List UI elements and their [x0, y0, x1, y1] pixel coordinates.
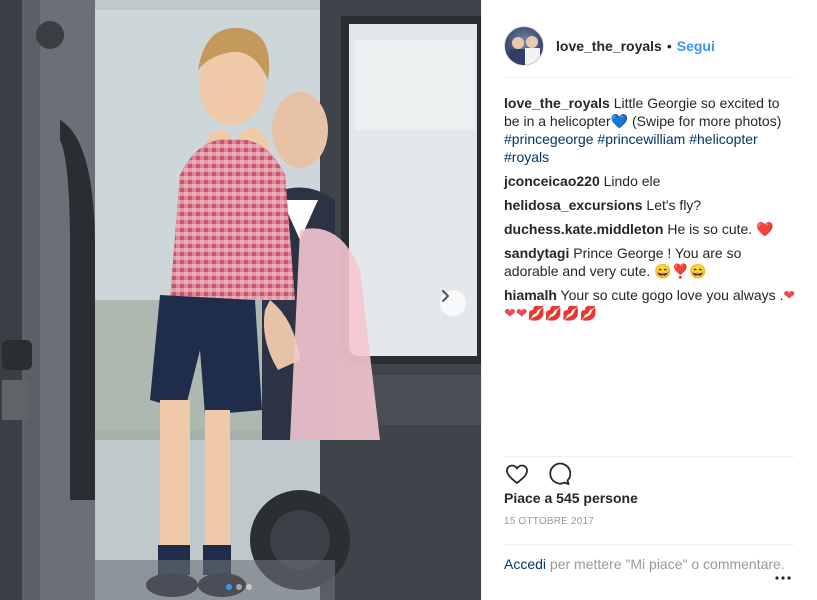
carousel-dots	[226, 584, 252, 590]
avatar[interactable]	[504, 25, 544, 66]
more-options-button[interactable]	[775, 570, 791, 586]
avatar-image	[510, 35, 540, 65]
comment-username[interactable]: jconceicao220	[504, 173, 600, 189]
photo-illustration	[0, 0, 481, 600]
post-side-panel: love_the_royals • Segui love_the_royals …	[481, 0, 817, 600]
comment-item: sandytagi Prince George ! You are so ado…	[504, 244, 796, 280]
carousel-dot[interactable]	[236, 584, 242, 590]
likes-count[interactable]: Piace a 545 persone	[504, 490, 638, 506]
speech-bubble-icon	[549, 462, 571, 485]
hashtag-link[interactable]: #royals	[504, 149, 549, 165]
carousel-next-button[interactable]	[440, 290, 466, 316]
header-separator: •	[666, 37, 672, 54]
post-date: 15 OTTOBRE 2017	[504, 516, 595, 527]
comment-username[interactable]: hiamalh	[504, 287, 557, 303]
login-prompt: Accedi per mettere "Mi piace" o commenta…	[504, 544, 794, 600]
blue-heart-emoji: 💙	[610, 113, 629, 129]
comment-username[interactable]: sandytagi	[504, 245, 569, 261]
heart-outline-icon	[506, 464, 528, 484]
hashtag-link[interactable]: #princewilliam	[597, 131, 685, 147]
hashtag-link[interactable]: #helicopter	[689, 131, 758, 147]
caption-text-after: (Swipe for more photos)	[628, 113, 782, 129]
login-prompt-text: per mettere "Mi piace" o commentare.	[546, 556, 785, 572]
post-author-username[interactable]: love_the_royals	[556, 38, 662, 54]
caption-username[interactable]: love_the_royals	[504, 95, 610, 111]
comment-button[interactable]	[546, 461, 572, 487]
post-photo	[0, 0, 481, 600]
comment-text: Lindo ele	[603, 173, 661, 189]
comment-text: He is so cute.	[667, 221, 757, 237]
comment-username[interactable]: duchess.kate.middleton	[504, 221, 663, 237]
caption: love_the_royals Little Georgie so excite…	[504, 94, 796, 166]
comment-item: duchess.kate.middleton He is so cute. ❤️	[504, 220, 796, 238]
comment-username[interactable]: helidosa_excursions	[504, 197, 643, 213]
action-bar	[504, 456, 794, 486]
comment-text: Let's fly?	[646, 197, 702, 213]
comment-item: helidosa_excursions Let's fly?	[504, 196, 796, 214]
comment-text: Your so cute gogo love you always .	[560, 287, 784, 303]
carousel-dot[interactable]	[246, 584, 252, 590]
comments-list: love_the_royals Little Georgie so excite…	[504, 94, 796, 328]
follow-button[interactable]: Segui	[677, 38, 715, 54]
login-link[interactable]: Accedi	[504, 556, 546, 572]
smile-emoji: 😄❣️😄	[654, 263, 707, 279]
comment-item: jconceicao220 Lindo ele	[504, 172, 796, 190]
action-buttons	[504, 461, 572, 487]
comment-item: hiamalh Your so cute gogo love you alway…	[504, 286, 796, 322]
hashtag-link[interactable]: #princegeorge	[504, 131, 594, 147]
heart-emoji: ❤️	[756, 221, 774, 237]
ellipsis-icon	[775, 576, 791, 580]
chevron-right-icon	[442, 290, 449, 302]
post-header: love_the_royals • Segui	[504, 14, 794, 78]
like-button[interactable]	[504, 461, 530, 487]
carousel-dot[interactable]	[226, 584, 232, 590]
